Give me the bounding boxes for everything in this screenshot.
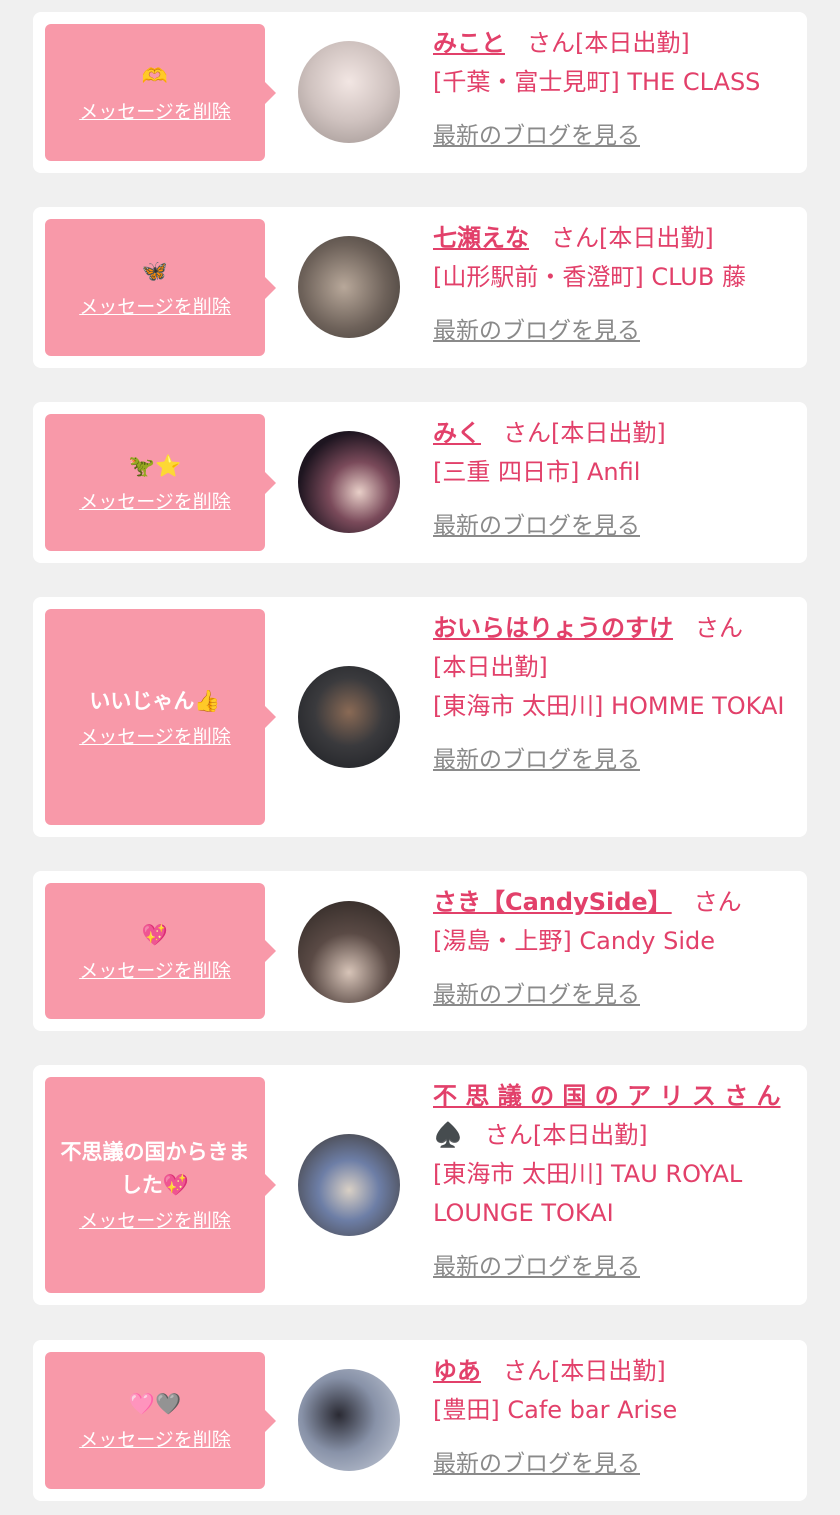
message-text: 🩷🩶 bbox=[128, 1392, 182, 1416]
message-text: 不思議の国からきました💖 bbox=[60, 1140, 250, 1197]
shift-label: [本日出勤] bbox=[575, 29, 690, 57]
shop-info: [東海市 太田川] TAU ROYAL LOUNGE TOKAI bbox=[433, 1160, 743, 1227]
message-bubble: いいじゃん👍 メッセージを削除 bbox=[45, 609, 276, 825]
shop-info: [千葉・富士見町] THE CLASS bbox=[433, 68, 761, 96]
cast-name-link[interactable]: みこと bbox=[433, 29, 505, 57]
avatar[interactable] bbox=[298, 236, 400, 338]
cast-name-link[interactable]: ゆあ bbox=[433, 1357, 481, 1385]
message-card: 🦖⭐ メッセージを削除 みく さん[本日出勤] [三重 四日市] Anfil 最新… bbox=[33, 402, 807, 563]
cast-info: 不 思 議 の 国 の ア リ ス さ ん ♠️ さん[本日出勤] [東海市 太田… bbox=[433, 1077, 795, 1287]
avatar[interactable] bbox=[298, 1369, 400, 1471]
message-text: いいじゃん👍 bbox=[89, 688, 221, 713]
delete-message-link[interactable]: メッセージを削除 bbox=[79, 294, 231, 320]
message-text: 💖 bbox=[141, 922, 169, 947]
delete-message-link[interactable]: メッセージを削除 bbox=[79, 1208, 231, 1234]
avatar[interactable] bbox=[298, 431, 400, 533]
cast-name-link[interactable]: 不 思 議 の 国 の ア リ ス さ ん bbox=[433, 1082, 781, 1110]
message-bubble: 🦖⭐ メッセージを削除 bbox=[45, 414, 276, 551]
message-bubble: 💖 メッセージを削除 bbox=[45, 883, 276, 1019]
cast-name-link[interactable]: 七瀬えな bbox=[433, 224, 529, 252]
latest-blog-link[interactable]: 最新のブログを見る bbox=[433, 312, 640, 351]
message-bubble: 🦋 メッセージを削除 bbox=[45, 219, 276, 356]
cast-name-link[interactable]: おいらはりょうのすけ bbox=[433, 614, 673, 642]
shop-info: [三重 四日市] Anfil bbox=[433, 458, 641, 486]
san-label: さん bbox=[527, 29, 575, 57]
delete-message-link[interactable]: メッセージを削除 bbox=[79, 99, 231, 125]
shop-info: [東海市 太田川] HOMME TOKAI bbox=[433, 692, 785, 720]
message-text: 🦖⭐ bbox=[128, 454, 182, 478]
cast-info: みく さん[本日出勤] [三重 四日市] Anfil 最新のブログを見る bbox=[433, 414, 795, 546]
message-card: 💖 メッセージを削除 さき【CandySide】 さん [湯島・上野] Candy… bbox=[33, 871, 807, 1031]
message-card: 🦋 メッセージを削除 七瀬えな さん[本日出勤] [山形駅前・香澄町] CLUB … bbox=[33, 207, 807, 368]
shop-info: [山形駅前・香澄町] CLUB 藤 bbox=[433, 263, 746, 291]
san-label: さん bbox=[503, 419, 551, 447]
cast-name-link[interactable]: みく bbox=[433, 419, 481, 447]
message-bubble: 不思議の国からきました💖 メッセージを削除 bbox=[45, 1077, 276, 1293]
shop-info: [豊田] Cafe bar Arise bbox=[433, 1396, 678, 1424]
latest-blog-link[interactable]: 最新のブログを見る bbox=[433, 976, 640, 1015]
message-card: 不思議の国からきました💖 メッセージを削除 不 思 議 の 国 の ア リ ス … bbox=[33, 1065, 807, 1305]
cast-info: さき【CandySide】 さん [湯島・上野] Candy Side 最新のブロ… bbox=[433, 883, 795, 1015]
san-label: さん bbox=[484, 1121, 533, 1149]
delete-message-link[interactable]: メッセージを削除 bbox=[79, 958, 231, 984]
avatar[interactable] bbox=[298, 901, 400, 1003]
message-bubble: 🫶 メッセージを削除 bbox=[45, 24, 276, 161]
san-label: さん bbox=[551, 224, 599, 252]
cast-info: ゆあ さん[本日出勤] [豊田] Cafe bar Arise 最新のブログを見る bbox=[433, 1352, 795, 1484]
message-card: 🫶 メッセージを削除 みこと さん[本日出勤] [千葉・富士見町] THE CLA… bbox=[33, 12, 807, 173]
shift-label: [本日出勤] bbox=[532, 1121, 648, 1149]
cast-info: おいらはりょうのすけ さん [本日出勤] [東海市 太田川] HOMME TOKA… bbox=[433, 609, 795, 780]
spade-icon: ♠️ bbox=[433, 1121, 463, 1149]
shift-label: [本日出勤] bbox=[433, 653, 548, 681]
shift-label: [本日出勤] bbox=[551, 1357, 666, 1385]
cast-name-link[interactable]: さき【CandySide】 bbox=[433, 888, 672, 916]
san-label: さん bbox=[693, 888, 742, 916]
delete-message-link[interactable]: メッセージを削除 bbox=[79, 724, 231, 750]
latest-blog-link[interactable]: 最新のブログを見る bbox=[433, 1445, 640, 1484]
message-text: 🦋 bbox=[141, 259, 169, 283]
shift-label: [本日出勤] bbox=[599, 224, 714, 252]
message-card: いいじゃん👍 メッセージを削除 おいらはりょうのすけ さん [本日出勤] [東海市… bbox=[33, 597, 807, 837]
message-text: 🫶 bbox=[141, 64, 169, 88]
shift-label: [本日出勤] bbox=[551, 419, 666, 447]
san-label: さん bbox=[695, 614, 743, 642]
cast-info: みこと さん[本日出勤] [千葉・富士見町] THE CLASS 最新のブログを見… bbox=[433, 24, 795, 156]
message-card: 🩷🩶 メッセージを削除 ゆあ さん[本日出勤] [豊田] Cafe bar Ari… bbox=[33, 1340, 807, 1501]
message-bubble: 🩷🩶 メッセージを削除 bbox=[45, 1352, 276, 1489]
latest-blog-link[interactable]: 最新のブログを見る bbox=[433, 741, 640, 780]
latest-blog-link[interactable]: 最新のブログを見る bbox=[433, 1248, 640, 1287]
latest-blog-link[interactable]: 最新のブログを見る bbox=[433, 507, 640, 546]
avatar[interactable] bbox=[298, 41, 400, 143]
latest-blog-link[interactable]: 最新のブログを見る bbox=[433, 117, 640, 156]
avatar[interactable] bbox=[298, 1134, 400, 1236]
shop-info: [湯島・上野] Candy Side bbox=[433, 927, 715, 955]
delete-message-link[interactable]: メッセージを削除 bbox=[79, 1427, 231, 1453]
cast-info: 七瀬えな さん[本日出勤] [山形駅前・香澄町] CLUB 藤 最新のブログを見る bbox=[433, 219, 795, 351]
avatar[interactable] bbox=[298, 666, 400, 768]
delete-message-link[interactable]: メッセージを削除 bbox=[79, 489, 231, 515]
san-label: さん bbox=[503, 1357, 551, 1385]
